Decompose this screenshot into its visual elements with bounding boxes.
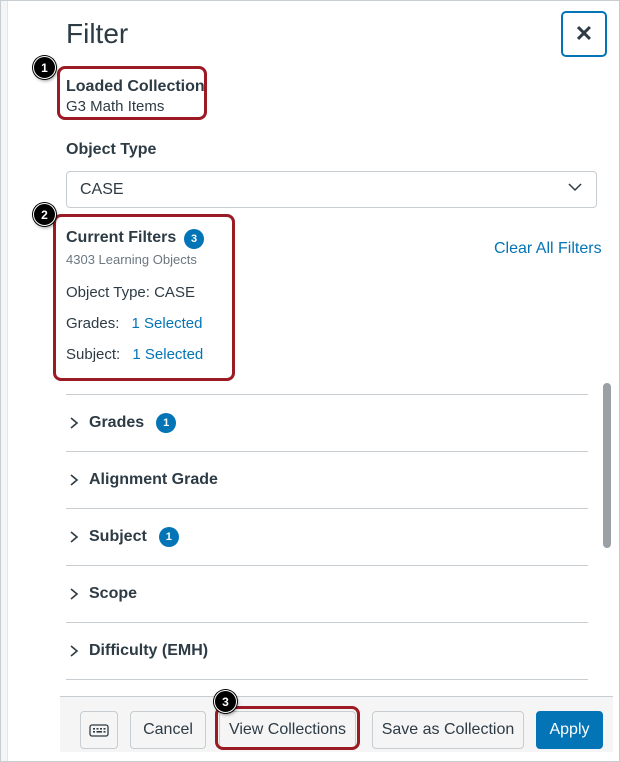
- facet-count-badge: 1: [158, 527, 179, 547]
- chevron-right-icon: [70, 531, 79, 543]
- callout-3: 3: [214, 690, 237, 713]
- facet-subject[interactable]: Subject 1: [66, 508, 588, 565]
- facet-label: Subject: [89, 528, 147, 545]
- chevron-right-icon: [70, 417, 79, 429]
- facet-label: Scope: [89, 585, 138, 602]
- close-button[interactable]: ✕: [561, 11, 607, 57]
- facet-alignment-grade[interactable]: Alignment Grade: [66, 451, 588, 508]
- object-type-select[interactable]: CASE: [66, 171, 597, 208]
- side-strip: [1, 1, 8, 761]
- object-type-label: Object Type: [66, 141, 157, 158]
- facet-list: Grades 1 Alignment Grade Subject 1 Scope…: [66, 394, 588, 695]
- facet-label: Alignment Grade: [89, 471, 218, 488]
- save-as-collection-button[interactable]: Save as Collection: [372, 711, 524, 749]
- facet-label: Difficulty (EMH): [89, 642, 209, 659]
- chevron-down-icon: [568, 183, 582, 192]
- apply-button[interactable]: Apply: [536, 711, 603, 749]
- callout-2: 2: [33, 203, 56, 226]
- close-icon: ✕: [574, 21, 594, 46]
- scrollbar[interactable]: [603, 383, 611, 548]
- chevron-right-icon: [70, 474, 79, 486]
- callout-1: 1: [33, 56, 56, 79]
- clear-all-filters-link[interactable]: Clear All Filters: [494, 240, 602, 258]
- object-type-selected: CASE: [80, 180, 124, 198]
- facet-scope[interactable]: Scope: [66, 565, 588, 622]
- facet-label: Grades: [89, 414, 145, 431]
- facet-grades[interactable]: Grades 1: [66, 394, 588, 451]
- facet-difficulty[interactable]: Difficulty (EMH): [66, 622, 588, 679]
- facet-next-partial: [66, 679, 588, 695]
- keyboard-icon: [89, 724, 109, 737]
- highlight-view-collections: [215, 706, 360, 750]
- chevron-right-icon: [70, 588, 79, 600]
- chevron-right-icon: [70, 645, 79, 657]
- highlight-current-filters: [53, 214, 235, 381]
- facet-count-badge: 1: [156, 413, 177, 433]
- keyboard-shortcuts-button[interactable]: [80, 711, 118, 749]
- panel-title: Filter: [66, 18, 129, 49]
- highlight-loaded-collection: [57, 66, 207, 120]
- cancel-button[interactable]: Cancel: [130, 711, 206, 749]
